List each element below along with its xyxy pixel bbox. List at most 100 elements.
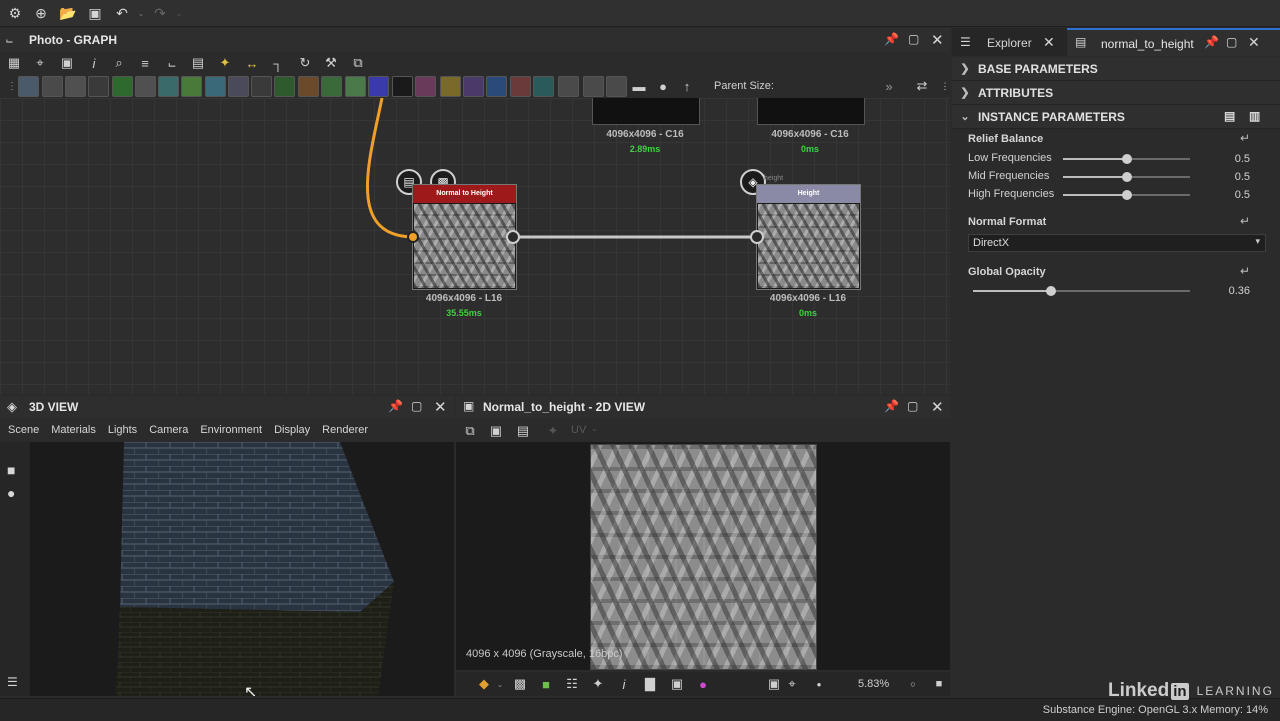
- node-green-icon[interactable]: [321, 76, 342, 97]
- tools-icon[interactable]: ⚒: [321, 53, 341, 73]
- comment-icon[interactable]: ▬: [629, 76, 649, 96]
- connector-icon[interactable]: ⇄: [912, 76, 932, 96]
- new-package-icon[interactable]: ⊕: [32, 4, 50, 22]
- close-icon[interactable]: ✕: [434, 398, 447, 416]
- redo-dropdown-icon[interactable]: ⌄: [170, 4, 188, 22]
- frame-selected-icon[interactable]: ⌖: [30, 53, 50, 73]
- node-top-left[interactable]: [592, 98, 700, 125]
- output-port[interactable]: [506, 230, 520, 244]
- more-icon[interactable]: »: [879, 76, 899, 96]
- gradient-map-icon[interactable]: [415, 76, 436, 97]
- light-bulb-icon[interactable]: ●: [7, 485, 15, 501]
- tile-icon[interactable]: [251, 76, 272, 97]
- copy-image-icon[interactable]: ⧉: [460, 421, 480, 441]
- slider-handle[interactable]: [1122, 172, 1132, 182]
- atlas-icon[interactable]: [558, 76, 579, 97]
- substance-logo-icon[interactable]: ⚙: [6, 4, 24, 22]
- checker-icon[interactable]: ▩: [510, 674, 530, 694]
- section-base-parameters[interactable]: ❯ BASE PARAMETERS: [952, 57, 1280, 81]
- node-height-output[interactable]: Height: [756, 184, 861, 290]
- save-image-icon[interactable]: ▣: [486, 421, 506, 441]
- pivot-icon[interactable]: ┐: [268, 53, 288, 73]
- view2d-viewport[interactable]: 4096 x 4096 (Grayscale, 16bpc): [456, 442, 950, 670]
- redo-icon[interactable]: ↷: [151, 4, 169, 22]
- section-instance-parameters[interactable]: ⌄ INSTANCE PARAMETERS ▤ ▥: [952, 105, 1280, 129]
- reset-icon[interactable]: ↵: [1240, 131, 1250, 145]
- histogram-icon[interactable]: [345, 76, 366, 97]
- tab-normal-to-height[interactable]: ▤ normal_to_height 📌 ▢ ✕: [1067, 28, 1280, 56]
- param-value[interactable]: 0.5: [1210, 189, 1250, 201]
- uniform-color-icon[interactable]: [65, 76, 86, 97]
- zoom-level[interactable]: 5.83%: [858, 678, 889, 690]
- shuffle-icon[interactable]: [88, 76, 109, 97]
- zoom-in-icon[interactable]: ○: [903, 674, 923, 694]
- uv-dropdown[interactable]: UV: [571, 424, 586, 436]
- align-icon[interactable]: ≡: [135, 53, 155, 73]
- maximize-icon[interactable]: ▢: [907, 399, 918, 413]
- preset-load-icon[interactable]: ▥: [1249, 109, 1260, 123]
- zoom-out-icon[interactable]: ●: [809, 674, 829, 694]
- frame-all-icon[interactable]: ▦: [4, 53, 24, 73]
- menu-lights[interactable]: Lights: [108, 424, 137, 436]
- pixel-picker-icon[interactable]: ✦: [588, 674, 608, 694]
- layers-icon[interactable]: ▤: [188, 53, 208, 73]
- display-icon[interactable]: ▣: [667, 674, 687, 694]
- slider-handle[interactable]: [1046, 286, 1056, 296]
- fit-icon[interactable]: ▣: [764, 674, 784, 694]
- close-explorer-icon[interactable]: ✕: [1043, 34, 1055, 51]
- info-icon[interactable]: i: [614, 674, 634, 694]
- mask-icon[interactable]: [274, 76, 295, 97]
- hsl-icon[interactable]: [368, 76, 389, 97]
- node-normal-to-height[interactable]: Normal to Height: [412, 184, 517, 290]
- maximize-icon[interactable]: ▢: [1226, 35, 1237, 49]
- pin-icon[interactable]: 📌: [1204, 35, 1219, 49]
- menu-display[interactable]: Display: [274, 424, 310, 436]
- camera-icon[interactable]: ■: [7, 462, 15, 478]
- menu-materials[interactable]: Materials: [51, 424, 96, 436]
- param-value[interactable]: 0.5: [1210, 153, 1250, 165]
- section-attributes[interactable]: ❯ ATTRIBUTES: [952, 81, 1280, 105]
- menu-camera[interactable]: Camera: [149, 424, 188, 436]
- undo-icon[interactable]: ↶: [113, 4, 131, 22]
- scene-tree-icon[interactable]: ☰: [7, 675, 18, 689]
- slider-handle[interactable]: [1122, 190, 1132, 200]
- noise-icon[interactable]: [392, 76, 413, 97]
- menu-scene[interactable]: Scene: [8, 424, 39, 436]
- python-icon[interactable]: ✦: [215, 53, 235, 73]
- frame-icon[interactable]: [606, 76, 627, 97]
- node-orange-icon[interactable]: [298, 76, 319, 97]
- reset-icon[interactable]: ↵: [1240, 264, 1250, 278]
- graph-instance-icon[interactable]: [583, 76, 604, 97]
- screenshot-icon[interactable]: ▣: [57, 53, 77, 73]
- view3d-viewport[interactable]: ■ ● ☰ ↖: [0, 442, 454, 696]
- tab-explorer[interactable]: Explorer: [987, 36, 1032, 50]
- tiling-icon[interactable]: ✦: [543, 421, 563, 441]
- link-icon[interactable]: ↔: [242, 53, 262, 73]
- transform-icon[interactable]: [158, 76, 179, 97]
- navigation-pin-icon[interactable]: ↑: [677, 76, 697, 96]
- lock-icon[interactable]: ■: [929, 674, 949, 694]
- pin-icon[interactable]: 📌: [884, 32, 899, 46]
- refresh-icon[interactable]: ↻: [295, 53, 315, 73]
- reset-icon[interactable]: ↵: [1240, 214, 1250, 228]
- normal-format-select[interactable]: DirectX ▾: [968, 234, 1266, 252]
- preset-save-icon[interactable]: ▤: [1224, 109, 1235, 123]
- export-icon[interactable]: ⧉: [348, 53, 368, 73]
- param-value[interactable]: 0.5: [1210, 171, 1250, 183]
- undo-dropdown-icon[interactable]: ⌄: [132, 4, 150, 22]
- levels-icon[interactable]: [135, 76, 156, 97]
- open-folder-icon[interactable]: 📂: [59, 4, 77, 22]
- close-icon[interactable]: ✕: [1248, 34, 1260, 51]
- blur-icon[interactable]: [228, 76, 249, 97]
- maximize-icon[interactable]: ▢: [908, 32, 919, 46]
- pin-icon[interactable]: 📌: [388, 399, 403, 413]
- close-icon[interactable]: ✕: [931, 398, 944, 416]
- center-icon[interactable]: ⌖: [782, 674, 802, 694]
- paint-icon[interactable]: [510, 76, 531, 97]
- info-icon[interactable]: i: [84, 53, 104, 73]
- clipboard-icon[interactable]: ▤: [513, 421, 533, 441]
- graph-canvas[interactable]: 4096x4096 - C16 2.89ms 4096x4096 - C16 0…: [0, 98, 950, 394]
- node-top-right[interactable]: [757, 98, 865, 125]
- param-value[interactable]: 0.36: [1210, 285, 1250, 297]
- search-icon[interactable]: ⌕: [109, 53, 129, 73]
